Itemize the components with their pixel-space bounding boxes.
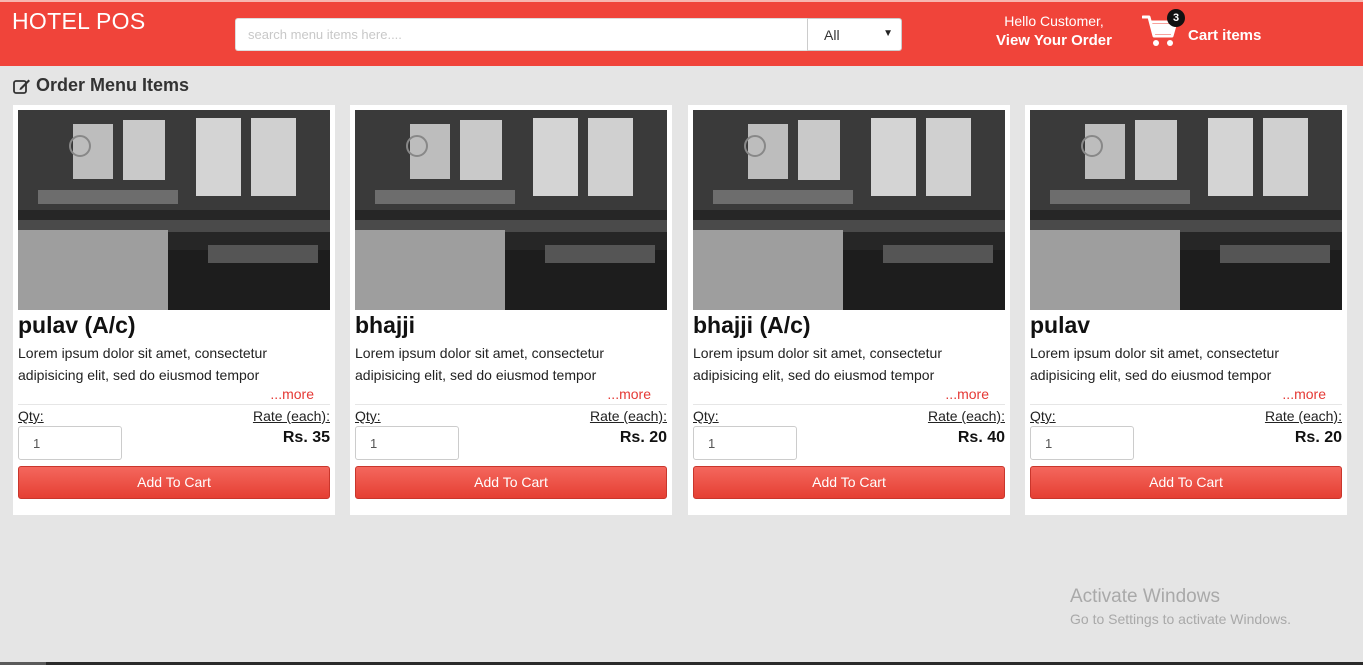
add-to-cart-button[interactable]: Add To Cart	[693, 466, 1005, 499]
category-select[interactable]: All ▼	[807, 18, 902, 51]
divider	[355, 404, 667, 405]
menu-item-image	[18, 110, 330, 310]
edit-icon	[13, 79, 30, 94]
add-to-cart-button[interactable]: Add To Cart	[1030, 466, 1342, 499]
divider	[693, 404, 1005, 405]
section-title-text: Order Menu Items	[36, 75, 190, 95]
rate-label: Rate (each):	[252, 408, 330, 424]
search-input[interactable]	[235, 18, 807, 51]
more-link[interactable]: ...more	[693, 386, 1005, 402]
item-name: pulav	[1030, 312, 1091, 338]
menu-item-card: pulav Lorem ipsum dolor sit amet, consec…	[1025, 105, 1347, 515]
item-name: bhajji (A/c)	[693, 312, 811, 338]
rate-label: Rate (each):	[1264, 408, 1342, 424]
divider	[1030, 404, 1342, 405]
menu-item-image	[355, 110, 667, 310]
top-navbar: HOTEL POS All ▼ Hello Customer, View You…	[0, 0, 1363, 66]
quantity-input[interactable]	[355, 426, 459, 460]
cart-count-badge: 3	[1167, 9, 1185, 27]
menu-item-card: pulav (A/c) Lorem ipsum dolor sit amet, …	[13, 105, 335, 515]
item-description: Lorem ipsum dolor sit amet, consectetur …	[1030, 345, 1279, 383]
more-link[interactable]: ...more	[355, 386, 667, 402]
customer-greeting: Hello Customer, View Your Order	[990, 12, 1118, 52]
brand-logo[interactable]: HOTEL POS	[12, 8, 146, 35]
section-title: Order Menu Items	[13, 75, 189, 96]
divider	[18, 404, 330, 405]
more-link[interactable]: ...more	[18, 386, 330, 402]
windows-activation-watermark: Activate Windows Go to Settings to activ…	[1070, 586, 1291, 630]
quantity-input[interactable]	[18, 426, 122, 460]
menu-item-card: bhajji (A/c) Lorem ipsum dolor sit amet,…	[688, 105, 1010, 515]
qty-label: Qty:	[355, 408, 381, 424]
item-name: pulav (A/c)	[18, 312, 136, 338]
item-price: Rs. 20	[1294, 429, 1342, 446]
view-order-link[interactable]: View Your Order	[990, 30, 1118, 52]
quantity-input[interactable]	[1030, 426, 1134, 460]
rate-label: Rate (each):	[927, 408, 1005, 424]
item-description: Lorem ipsum dolor sit amet, consectetur …	[18, 345, 267, 383]
quantity-input[interactable]	[693, 426, 797, 460]
menu-item-card: bhajji Lorem ipsum dolor sit amet, conse…	[350, 105, 672, 515]
watermark-title: Activate Windows	[1070, 586, 1220, 607]
item-description: Lorem ipsum dolor sit amet, consectetur …	[693, 345, 942, 383]
qty-label: Qty:	[1030, 408, 1056, 424]
menu-item-image	[1030, 110, 1342, 310]
add-to-cart-button[interactable]: Add To Cart	[18, 466, 330, 499]
item-price: Rs. 35	[282, 429, 330, 446]
search-bar: All ▼	[235, 18, 902, 51]
qty-label: Qty:	[18, 408, 44, 424]
greeting-text: Hello Customer,	[1004, 13, 1104, 29]
cart-button[interactable]: 3 Cart items	[1142, 9, 1282, 50]
cart-label: Cart items	[1188, 27, 1262, 44]
caret-down-icon: ▼	[883, 28, 893, 39]
item-price: Rs. 20	[619, 429, 667, 446]
qty-label: Qty:	[693, 408, 719, 424]
more-link[interactable]: ...more	[1030, 386, 1342, 402]
item-name: bhajji	[355, 312, 416, 338]
item-price: Rs. 40	[957, 429, 1005, 446]
item-description: Lorem ipsum dolor sit amet, consectetur …	[355, 345, 604, 383]
category-select-value: All	[824, 27, 840, 43]
add-to-cart-button[interactable]: Add To Cart	[355, 466, 667, 499]
watermark-subtitle: Go to Settings to activate Windows.	[1070, 611, 1291, 627]
menu-item-image	[693, 110, 1005, 310]
rate-label: Rate (each):	[589, 408, 667, 424]
